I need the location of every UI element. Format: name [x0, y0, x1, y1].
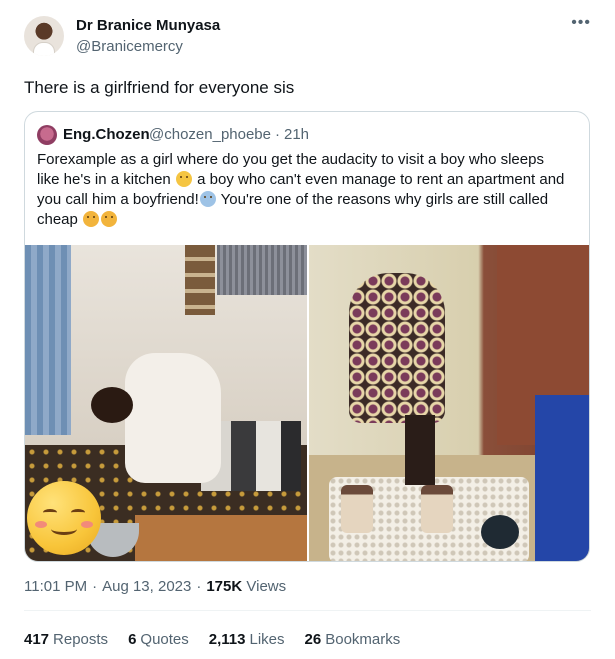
emoji-eye [71, 509, 85, 516]
reposts-label: Reposts [53, 631, 109, 648]
emoji-cheek [35, 521, 47, 528]
quoted-author-handle[interactable]: @chozen_phoebe [149, 126, 271, 143]
photo-wall-tiles [185, 245, 215, 315]
quoted-author-avatar[interactable] [37, 125, 57, 145]
author-name[interactable]: Dr Branice Munyasa [76, 17, 220, 34]
pleading-face-emoji [101, 211, 118, 227]
tweet-text: There is a girlfriend for everyone sis [24, 78, 295, 97]
quoted-tweet-text: Forexample as a girl where do you get th… [37, 150, 567, 230]
emoji-eye [43, 509, 57, 516]
photo-person-legs [405, 415, 435, 485]
bookmarks-count: 26 [304, 631, 322, 648]
quoted-author-name[interactable]: Eng.Chozen [63, 126, 150, 143]
likes-stat[interactable]: 2,113 Likes [209, 631, 285, 648]
separator-dot: · [275, 126, 280, 143]
quotes-stat[interactable]: 6 Quotes [128, 631, 189, 648]
quoted-tweet-card[interactable]: Eng.Chozen @chozen_phoebe · 21h Forexample… [24, 111, 590, 562]
avatar-figure [33, 42, 55, 56]
pleading-face-emoji [83, 211, 100, 227]
quoted-photo-room[interactable] [309, 245, 589, 561]
quotes-count: 6 [128, 631, 137, 648]
quoted-handle-time: @chozen_phoebe · 21h [149, 126, 309, 143]
photo-panel [217, 245, 307, 295]
photo-mug [341, 485, 373, 533]
author-handle[interactable]: @Branicemercy [76, 38, 183, 55]
tweet-date[interactable]: Aug 13, 2023 [102, 578, 191, 595]
raised-eyebrow-emoji [175, 171, 192, 187]
more-horizontal-icon: ••• [571, 14, 591, 31]
quotes-label: Quotes [140, 631, 189, 648]
more-options-button[interactable]: ••• [571, 14, 591, 32]
views-count: 175K [206, 578, 243, 595]
bookmarks-stat[interactable]: 26 Bookmarks [305, 631, 401, 648]
reposts-count: 417 [24, 631, 50, 648]
smiling-blush-emoji [27, 481, 101, 555]
bookmarks-label: Bookmarks [325, 631, 401, 648]
photo-table [135, 515, 307, 561]
tweet: Dr Branice Munyasa @Branicemercy ••• The… [0, 0, 615, 659]
likes-label: Likes [249, 631, 285, 648]
tweet-meta: 11:01 PM · Aug 13, 2023 · 175K Views [24, 578, 286, 595]
photo-blue-object [535, 395, 589, 561]
photo-person-hair [91, 387, 133, 423]
emoji-mouth [51, 523, 77, 535]
emoji-cheek [81, 521, 93, 528]
photo-curtain [25, 245, 71, 435]
engagement-stats: 417 Reposts 6 Quotes 2,113 Likes 26 Bookmark… [24, 631, 400, 648]
photo-mug [421, 485, 453, 533]
separator-dot: · [92, 578, 98, 595]
tweet-time[interactable]: 11:01 PM [24, 578, 87, 595]
reposts-stat[interactable]: 417 Reposts [24, 631, 108, 648]
fearful-crying-emoji [199, 191, 216, 207]
photo-person [125, 353, 221, 483]
photo-mouse [481, 515, 519, 549]
quoted-photo-kitchen[interactable] [25, 245, 307, 561]
photo-person [349, 273, 445, 423]
views-label: Views [246, 578, 287, 595]
separator-dot: · [196, 578, 202, 595]
quoted-timestamp[interactable]: 21h [284, 126, 309, 143]
author-avatar[interactable] [24, 16, 64, 56]
likes-count: 2,113 [208, 631, 246, 648]
divider [24, 610, 591, 611]
